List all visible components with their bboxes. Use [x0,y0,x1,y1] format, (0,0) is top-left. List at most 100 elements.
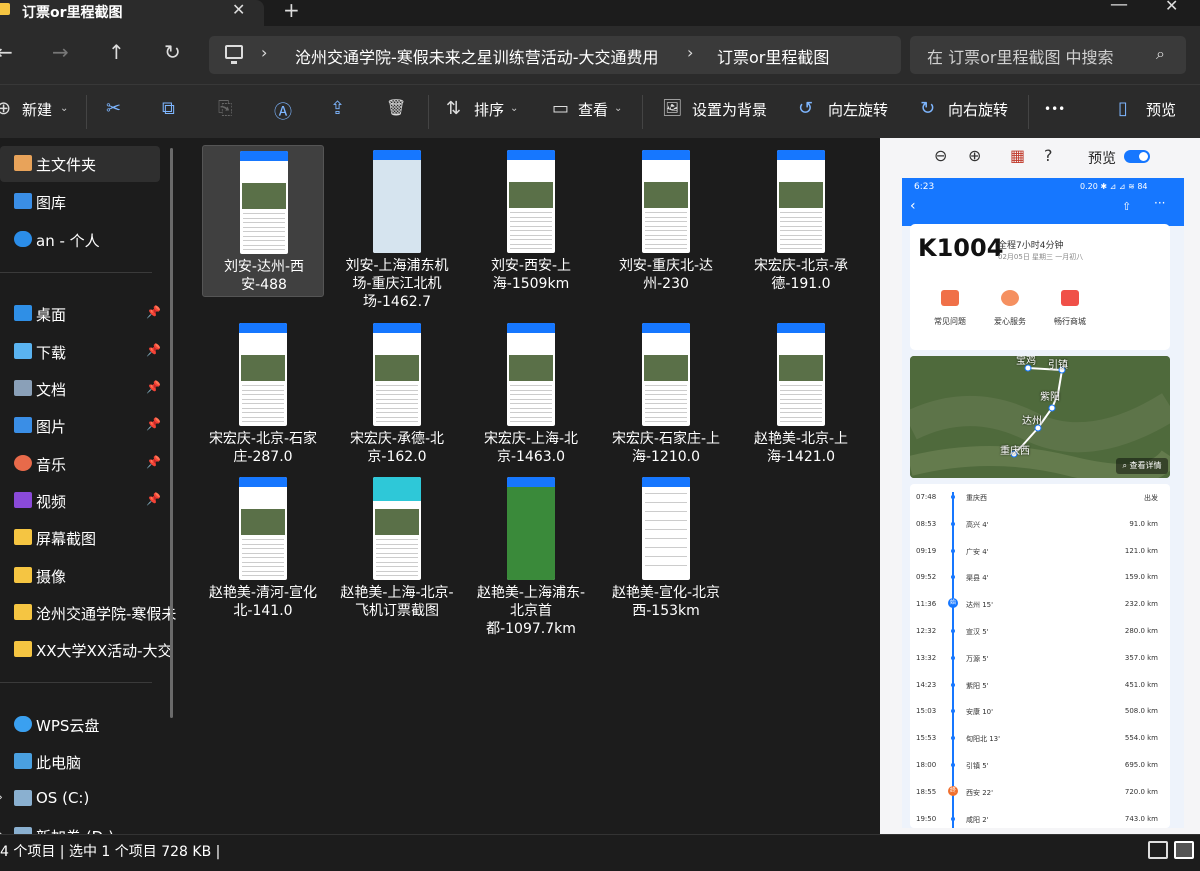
pin-icon[interactable]: 📌 [146,455,161,469]
breadcrumb-parent[interactable]: 沧州交通学院-寒假未来之星训练营活动-大交通费用 [295,44,659,68]
forward-button[interactable]: → [52,40,69,64]
folder-icon [0,3,10,15]
stop-marker: 终 [948,785,958,796]
refresh-button[interactable]: ↻ [164,40,181,64]
file-item[interactable]: 刘安-达州-西安-488 [202,145,324,297]
stop-row: 09:19 广安 4' 121.0 km [910,538,1170,564]
pin-icon[interactable]: 📌 [146,417,161,431]
sidebar-item[interactable]: 下载 📌 [0,334,161,370]
view-button[interactable]: 查看 [578,99,608,120]
search-box[interactable]: 在 订票or里程截图 中搜索 ⌕ [910,36,1186,74]
sidebar-item[interactable]: 主文件夹 [0,146,160,182]
file-item[interactable]: 宋宏庆-上海-北京-1463.0 [470,318,592,470]
pin-icon[interactable]: 📌 [146,343,161,357]
file-item[interactable]: 赵艳美-宣化-北京西-153km [605,472,727,624]
sidebar-item-label: 屏幕截图 [36,530,97,548]
sidebar-item[interactable]: 桌面 📌 [0,296,161,332]
tiles-view-icon[interactable] [1174,841,1194,859]
more-options-button[interactable]: ••• [1044,102,1065,116]
expand-chevron-icon[interactable]: › [0,790,3,804]
rename-icon[interactable]: Ⓐ [274,98,292,124]
stop-distance: 554.0 km [1124,734,1158,743]
service-shop: 畅行商城 [1042,290,1098,327]
up-button[interactable]: ↑ [108,40,125,64]
faq-icon [941,290,959,306]
sidebar-item[interactable]: 摄像 [0,558,160,594]
sidebar-item[interactable]: 视频 📌 [0,483,161,519]
address-bar[interactable]: › 沧州交通学院-寒假未来之星训练营活动-大交通费用 › 订票or里程截图 [209,36,901,74]
apps-icon[interactable]: ▦ [1010,146,1025,165]
file-item[interactable]: 刘安-上海浦东机场-重庆江北机场-1462.7 [336,145,458,310]
sidebar-item[interactable]: 此电脑 [0,744,160,780]
file-item[interactable]: 刘安-重庆北-达州-230 [605,145,727,297]
sort-button[interactable]: 排序 [474,99,504,120]
sidebar-item[interactable]: 文档 📌 [0,371,161,407]
file-thumbnail [373,477,421,580]
new-tab-button[interactable]: + [283,0,300,22]
new-button[interactable]: 新建 [22,99,52,120]
tab-current[interactable]: 订票or里程截图 ✕ [0,0,264,26]
file-item[interactable]: 赵艳美-上海浦东-北京首都-1097.7km [470,472,592,637]
tab-close-icon[interactable]: ✕ [232,0,245,19]
search-icon[interactable]: ⌕ [1156,44,1165,64]
file-item[interactable]: 宋宏庆-石家庄-上海-1210.0 [605,318,727,470]
stop-name: 渠县 4' [966,574,989,583]
zoom-out-icon[interactable]: ⊖ [934,146,947,165]
sidebar-item[interactable]: 屏幕截图 [0,520,160,556]
file-item[interactable]: 宋宏庆-承德-北京-162.0 [336,318,458,470]
chevron-right-icon: › [687,43,694,62]
pin-icon[interactable]: 📌 [146,380,161,394]
sidebar-divider [0,272,152,273]
sidebar-item-label: 主文件夹 [36,156,97,174]
rotate-left-button[interactable]: 向左旋转 [828,99,888,120]
file-item[interactable]: 赵艳美-北京-上海-1421.0 [740,318,862,470]
file-item[interactable]: 赵艳美-上海-北京-飞机订票截图 [336,472,458,624]
details-view-icon[interactable] [1148,841,1168,859]
sidebar-item-label: an - 个人 [36,232,100,250]
minimize-button[interactable]: — [1110,0,1128,15]
sidebar-item[interactable]: 图片 📌 [0,408,161,444]
help-icon[interactable]: ? [1044,146,1053,165]
sidebar-item[interactable]: WPS云盘 [0,707,160,743]
set-background-button[interactable]: 设置为背景 [692,99,767,120]
heart-hand-icon [1001,290,1019,306]
share-icon[interactable]: ⇪ [330,98,345,119]
rotate-left-icon: ↺ [798,98,814,119]
preview-label: 预览 [1088,151,1116,167]
pin-icon[interactable]: 📌 [146,305,161,319]
file-item[interactable]: 宋宏庆-北京-承德-191.0 [740,145,862,297]
file-item[interactable]: 刘安-西安-上海-1509km [470,145,592,297]
sidebar-item[interactable]: 音乐 📌 [0,446,161,482]
train-duration: 全程7小时4分钟 [998,241,1064,251]
breadcrumb-current[interactable]: 订票or里程截图 [717,44,829,68]
map-label: 宝鸡 [1016,356,1036,367]
copy-icon[interactable]: ⧉ [162,98,175,119]
preview-toggle[interactable] [1124,150,1150,163]
file-thumbnail [777,323,825,426]
file-item[interactable]: 赵艳美-清河-宣化北-141.0 [202,472,324,624]
window-close-button[interactable]: ✕ [1165,0,1178,15]
zoom-in-icon[interactable]: ⊕ [968,146,981,165]
cloud-icon [14,231,32,247]
delete-icon[interactable]: 🗑 [386,98,406,117]
rotate-right-button[interactable]: 向右旋转 [948,99,1008,120]
sidebar-item[interactable]: XX大学XX活动-大交 [0,632,173,668]
sidebar-item[interactable]: 沧州交通学院-寒假未 [0,595,176,631]
phone-screenshot: 6:23 0.20 ✱ ⊿ ⊿ ≋ 84 ‹ ⇧ ··· K1004 全程7小时… [902,178,1184,828]
pin-icon[interactable]: 📌 [146,492,161,506]
stop-name: 咸阳 2' [966,815,989,824]
cut-icon[interactable]: ✂ [106,98,121,119]
sidebar-scrollbar[interactable] [170,148,173,718]
file-name: 宋宏庆-北京-承德-191.0 [753,258,849,292]
file-item[interactable]: 宋宏庆-北京-石家庄-287.0 [202,318,324,470]
file-thumbnail [642,477,690,580]
sidebar-item[interactable]: OS (C:) › [0,781,160,817]
file-thumbnail [642,323,690,426]
sidebar-item[interactable]: 图库 [0,184,160,220]
back-button[interactable]: ← [0,40,13,64]
preview-pane-button[interactable]: 预览 [1146,99,1176,120]
file-thumbnail [373,150,421,253]
map-label: 重庆西 [1000,446,1030,457]
sidebar-item[interactable]: an - 个人 [0,222,160,258]
paste-icon[interactable]: ⎘ [218,98,232,119]
